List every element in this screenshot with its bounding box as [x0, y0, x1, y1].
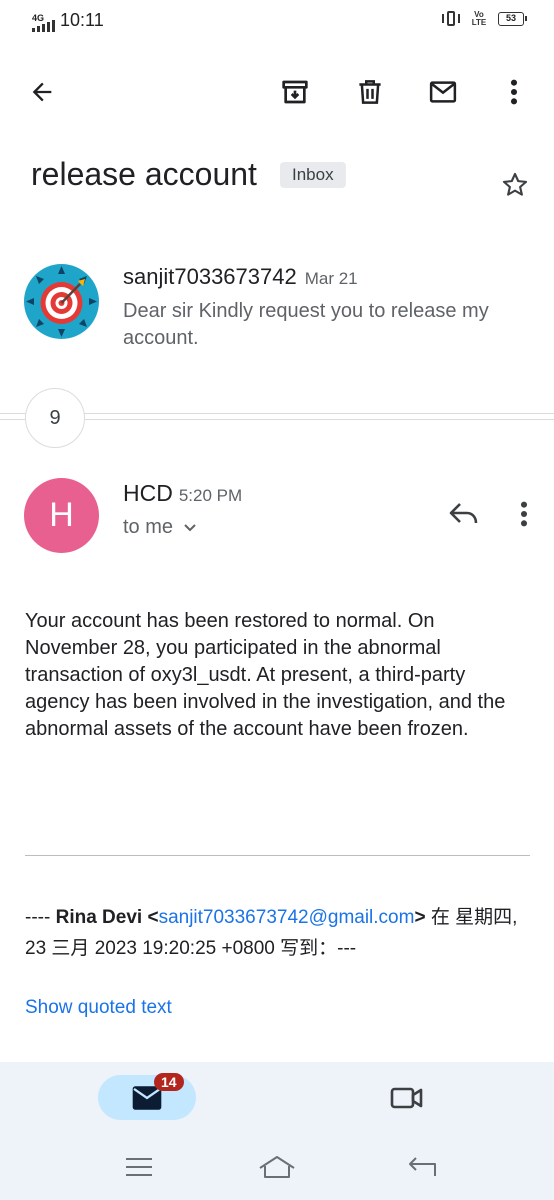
message-more-button[interactable] — [512, 492, 536, 536]
menu-button[interactable] — [119, 1150, 159, 1184]
vibrate-icon — [442, 10, 460, 28]
message-item-2-header: H HCD 5:20 PM to me — [24, 478, 530, 558]
video-camera-icon — [390, 1087, 423, 1108]
message-1-sender: sanjit7033673742 — [123, 264, 297, 289]
quote-gt: > — [414, 907, 426, 928]
message-2-time: 5:20 PM — [178, 486, 243, 505]
system-navigation-bar — [0, 1142, 554, 1192]
status-left: 4G 10:11 — [32, 10, 104, 32]
battery-icon: 53 — [498, 12, 527, 26]
clock: 10:11 — [60, 10, 104, 30]
back-nav-icon — [409, 1157, 436, 1176]
quote-prefix: ---- — [25, 907, 56, 928]
more-options-button[interactable] — [490, 66, 538, 118]
battery-level: 53 — [505, 13, 516, 23]
chevron-down-icon — [184, 523, 196, 531]
sender-avatar-target-icon — [24, 264, 99, 339]
unread-badge: 14 — [154, 1073, 184, 1091]
quote-name: Rina Devi — [55, 907, 143, 928]
quote-lt: < — [142, 907, 159, 928]
more-vert-icon — [510, 79, 518, 105]
back-button[interactable] — [18, 66, 66, 118]
reply-button[interactable] — [442, 492, 486, 536]
thread-subject: release account — [31, 156, 257, 192]
quoted-header: ---- Rina Devi <sanjit7033673742@gmail.c… — [25, 902, 535, 964]
bottom-nav: 14 — [0, 1062, 554, 1200]
message-2-sender: HCD — [123, 480, 173, 506]
arrow-back-icon — [32, 82, 52, 102]
archive-icon — [282, 80, 308, 104]
show-quoted-text-link[interactable]: Show quoted text — [25, 997, 172, 1019]
message-body: Your account has been restored to normal… — [25, 610, 506, 740]
status-right: Vo LTE 53 — [442, 10, 527, 28]
home-icon — [259, 1156, 295, 1178]
meet-tab[interactable] — [372, 1075, 442, 1120]
volte-icon: Vo LTE — [471, 10, 487, 27]
mark-unread-button[interactable] — [419, 66, 467, 118]
more-vert-icon — [520, 501, 528, 527]
mail-tab[interactable]: 14 — [98, 1073, 196, 1120]
reply-icon — [449, 503, 478, 524]
sender-avatar[interactable]: H — [24, 478, 99, 553]
message-1-date: Mar 21 — [304, 269, 358, 288]
star-outline-icon[interactable] — [500, 170, 530, 200]
recipient-details-toggle[interactable]: to me — [123, 516, 197, 539]
status-bar: 4G 10:11 Vo LTE 53 — [0, 0, 554, 44]
mail-icon — [429, 81, 457, 103]
collapsed-count: 9 — [49, 406, 61, 429]
message-2-sender-line: HCD 5:20 PM — [123, 480, 242, 507]
body-divider — [25, 855, 530, 856]
inbox-label-chip[interactable]: Inbox — [280, 162, 346, 188]
recipient-label: to me — [123, 516, 174, 538]
collapsed-messages: 9 — [0, 388, 554, 448]
collapsed-count-button[interactable]: 9 — [25, 388, 85, 448]
signal-bars-icon — [32, 18, 55, 32]
back-nav-button[interactable] — [402, 1150, 442, 1184]
subject-row: release account Inbox — [31, 152, 530, 202]
message-1-snippet: Dear sir Kindly request you to release m… — [123, 300, 489, 349]
signal-indicator: 4G — [32, 12, 55, 32]
archive-button[interactable] — [271, 66, 319, 118]
home-button[interactable] — [257, 1150, 297, 1184]
delete-button[interactable] — [346, 66, 394, 118]
trash-icon — [359, 80, 381, 104]
avatar-letter: H — [49, 496, 74, 534]
message-1-header: sanjit7033673742 Mar 21 — [123, 264, 358, 290]
top-toolbar — [0, 66, 554, 118]
menu-icon — [126, 1158, 152, 1176]
message-item-1[interactable]: sanjit7033673742 Mar 21 Dear sir Kindly r… — [24, 258, 530, 358]
quote-email-link[interactable]: sanjit7033673742@gmail.com — [159, 907, 415, 928]
